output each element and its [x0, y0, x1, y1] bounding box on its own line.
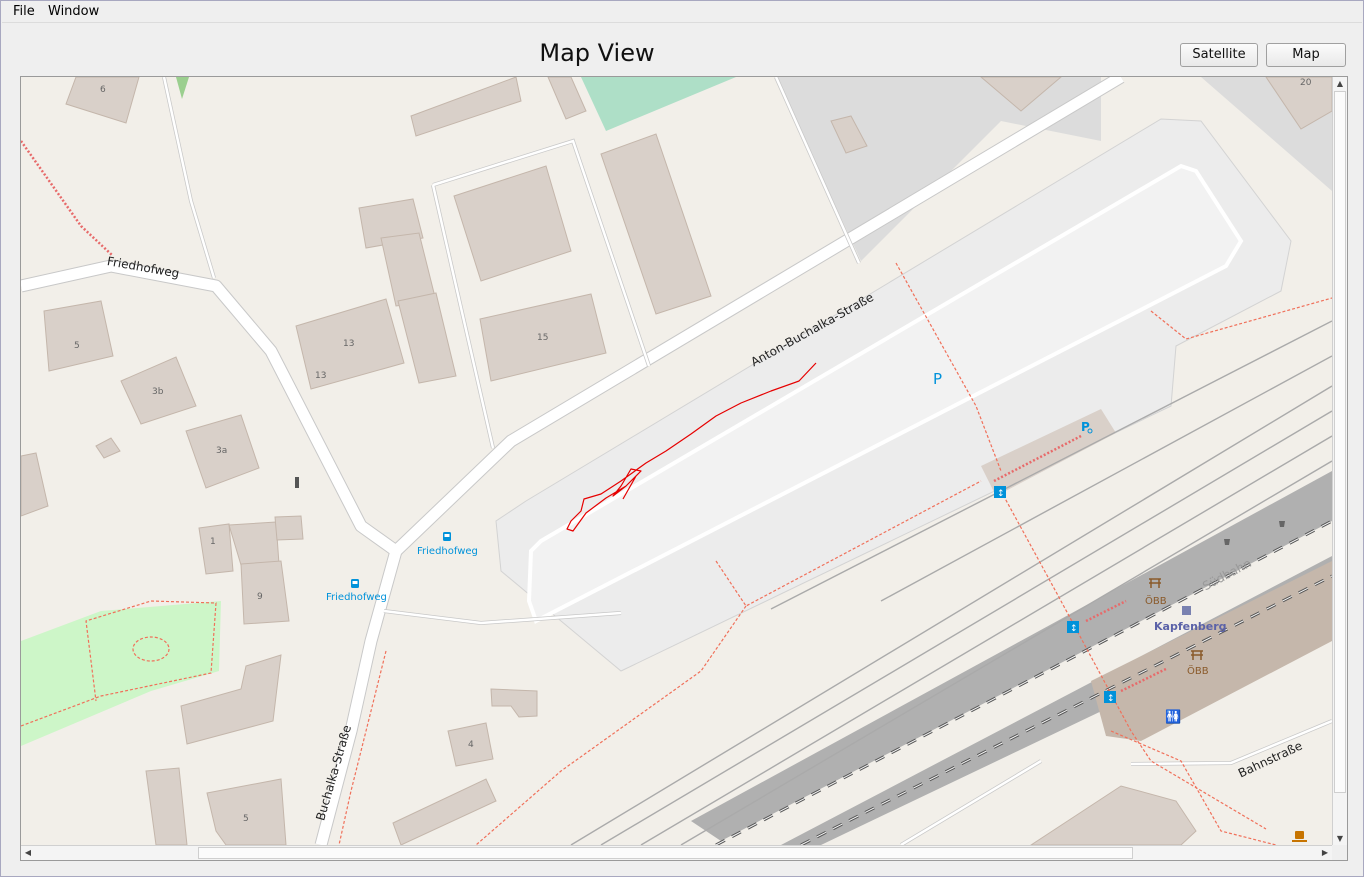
map-button[interactable]: Map — [1266, 43, 1346, 67]
menu-bar: File Window — [2, 2, 1362, 23]
horizontal-scroll-thumb[interactable] — [198, 847, 1133, 859]
svg-text:↕: ↕ — [997, 489, 1005, 499]
toilets-icon[interactable]: 🚻 — [1165, 709, 1181, 725]
house-number: 5 — [74, 341, 80, 351]
house-number: 9 — [257, 592, 263, 602]
vertical-scrollbar[interactable]: ▲ ▼ — [1332, 77, 1347, 846]
house-number: 1 — [210, 537, 216, 547]
house-number: 4 — [468, 740, 474, 750]
house-number: 3b — [152, 387, 164, 397]
svg-text:🚻: 🚻 — [1165, 709, 1181, 725]
house-number: 13 — [315, 371, 326, 381]
bus-stop-label: Friedhofweg — [417, 546, 478, 557]
house-number: 6 — [100, 85, 106, 95]
house-number: 15 — [537, 333, 548, 343]
scroll-left-arrow-icon[interactable]: ◀ — [21, 846, 35, 860]
menu-file[interactable]: File — [10, 4, 38, 19]
svg-text:↕: ↕ — [1070, 624, 1078, 634]
scroll-right-arrow-icon[interactable]: ▶ — [1318, 846, 1332, 860]
monument-icon[interactable] — [295, 477, 299, 488]
scroll-down-arrow-icon[interactable]: ▼ — [1333, 832, 1347, 846]
station-label: Kapfenberg — [1154, 620, 1227, 633]
map-canvas[interactable]: P ↕ ↕ ↕ 🚻 Friedhofweg Anton-Buchalka-Str… — [21, 77, 1332, 845]
bus-stop-icon[interactable] — [443, 532, 451, 541]
page-title: Map View — [539, 39, 655, 67]
app-window: File Window Map View Satellite Map P ↕ ↕… — [0, 0, 1364, 877]
elevator-icon[interactable]: ↕ — [1104, 691, 1116, 704]
house-number: 3a — [216, 446, 227, 456]
elevator-icon[interactable]: ↕ — [994, 486, 1006, 499]
map-view[interactable]: P ↕ ↕ ↕ 🚻 Friedhofweg Anton-Buchalka-Str… — [20, 76, 1348, 861]
waste-basket-icon[interactable] — [1224, 539, 1230, 545]
elevator-icon[interactable]: ↕ — [1067, 621, 1079, 634]
scrollbar-corner — [1332, 845, 1347, 860]
satellite-button[interactable]: Satellite — [1180, 43, 1258, 67]
bus-stop-label: Friedhofweg — [326, 592, 387, 603]
svg-text:↕: ↕ — [1107, 694, 1115, 704]
obb-label: ÖBB — [1187, 664, 1209, 677]
horizontal-scrollbar[interactable]: ◀ ▶ — [21, 845, 1332, 860]
scroll-up-arrow-icon[interactable]: ▲ — [1333, 77, 1347, 91]
menu-window[interactable]: Window — [45, 4, 102, 19]
vertical-scroll-thumb[interactable] — [1334, 91, 1346, 793]
house-number: 5 — [243, 814, 249, 824]
obb-label: ÖBB — [1145, 594, 1167, 607]
house-number: 13 — [343, 339, 354, 349]
station-icon[interactable] — [1182, 606, 1191, 615]
bus-stop-icon[interactable] — [351, 579, 359, 588]
house-number: 20 — [1300, 78, 1312, 88]
waste-basket-icon[interactable] — [1279, 521, 1285, 527]
parking-icon[interactable]: P — [933, 370, 942, 388]
